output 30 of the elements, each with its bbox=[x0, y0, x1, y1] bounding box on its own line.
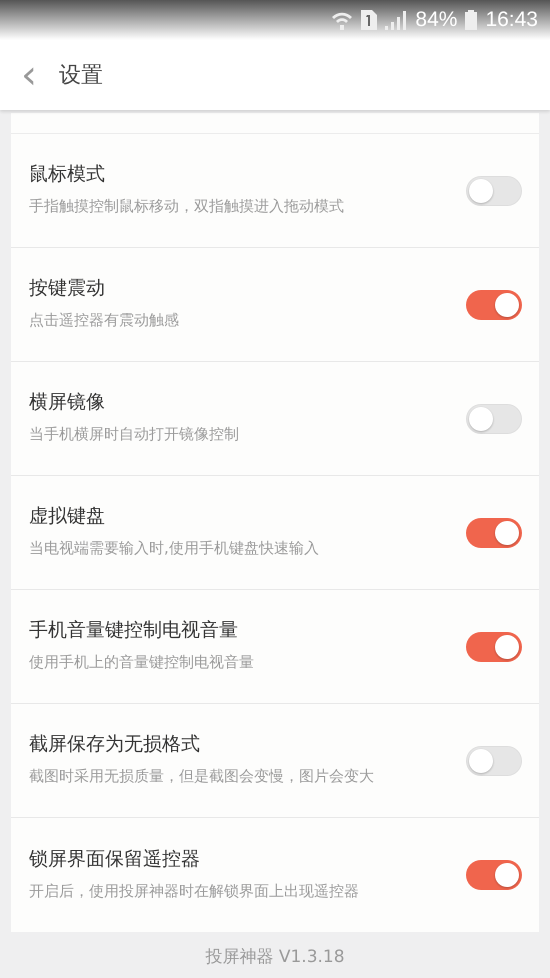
wifi-icon bbox=[331, 10, 354, 30]
setting-title: 横屏镜像 bbox=[29, 390, 106, 415]
setting-description: 手指触摸控制鼠标移动，双指触摸进入拖动模式 bbox=[29, 197, 345, 216]
toggle-switch[interactable] bbox=[466, 404, 522, 434]
setting-title: 按键震动 bbox=[29, 276, 106, 301]
sim-icon bbox=[361, 10, 378, 30]
toggle-switch[interactable] bbox=[466, 518, 522, 548]
toggle-switch[interactable] bbox=[466, 632, 522, 662]
version-label: 投屏神器 V1.3.18 bbox=[205, 946, 345, 968]
back-button[interactable]: ‹ bbox=[17, 55, 41, 95]
setting-title: 截屏保存为无损格式 bbox=[29, 732, 201, 757]
setting-title: 鼠标模式 bbox=[29, 162, 106, 187]
setting-title: 手机音量键控制电视音量 bbox=[29, 618, 239, 643]
signal-icon bbox=[385, 10, 408, 30]
toggle-switch[interactable] bbox=[466, 860, 522, 890]
setting-description: 当手机横屏时自动打开镜像控制 bbox=[29, 425, 240, 444]
setting-title: 锁屏界面保留遥控器 bbox=[29, 846, 201, 872]
setting-description: 开启后，使用投屏神器时在解锁界面上出现遥控器 bbox=[29, 882, 360, 900]
setting-description: 使用手机上的音量键控制电视音量 bbox=[29, 653, 255, 672]
setting-description: 点击遥控器有震动触感 bbox=[29, 311, 180, 330]
page-title: 设置 bbox=[59, 62, 103, 90]
setting-description: 当电视端需要输入时,使用手机键盘快速输入 bbox=[29, 539, 320, 558]
setting-description: 截图时采用无损质量，但是截图会变慢，图片会变大 bbox=[29, 767, 375, 786]
toggle-switch[interactable] bbox=[466, 290, 522, 320]
battery-icon bbox=[465, 10, 478, 30]
clock-time: 16:43 bbox=[485, 8, 538, 32]
setting-title: 虚拟键盘 bbox=[29, 504, 106, 529]
battery-percentage: 84% bbox=[415, 8, 458, 32]
toggle-switch[interactable] bbox=[466, 176, 522, 206]
toggle-switch[interactable] bbox=[466, 746, 522, 776]
